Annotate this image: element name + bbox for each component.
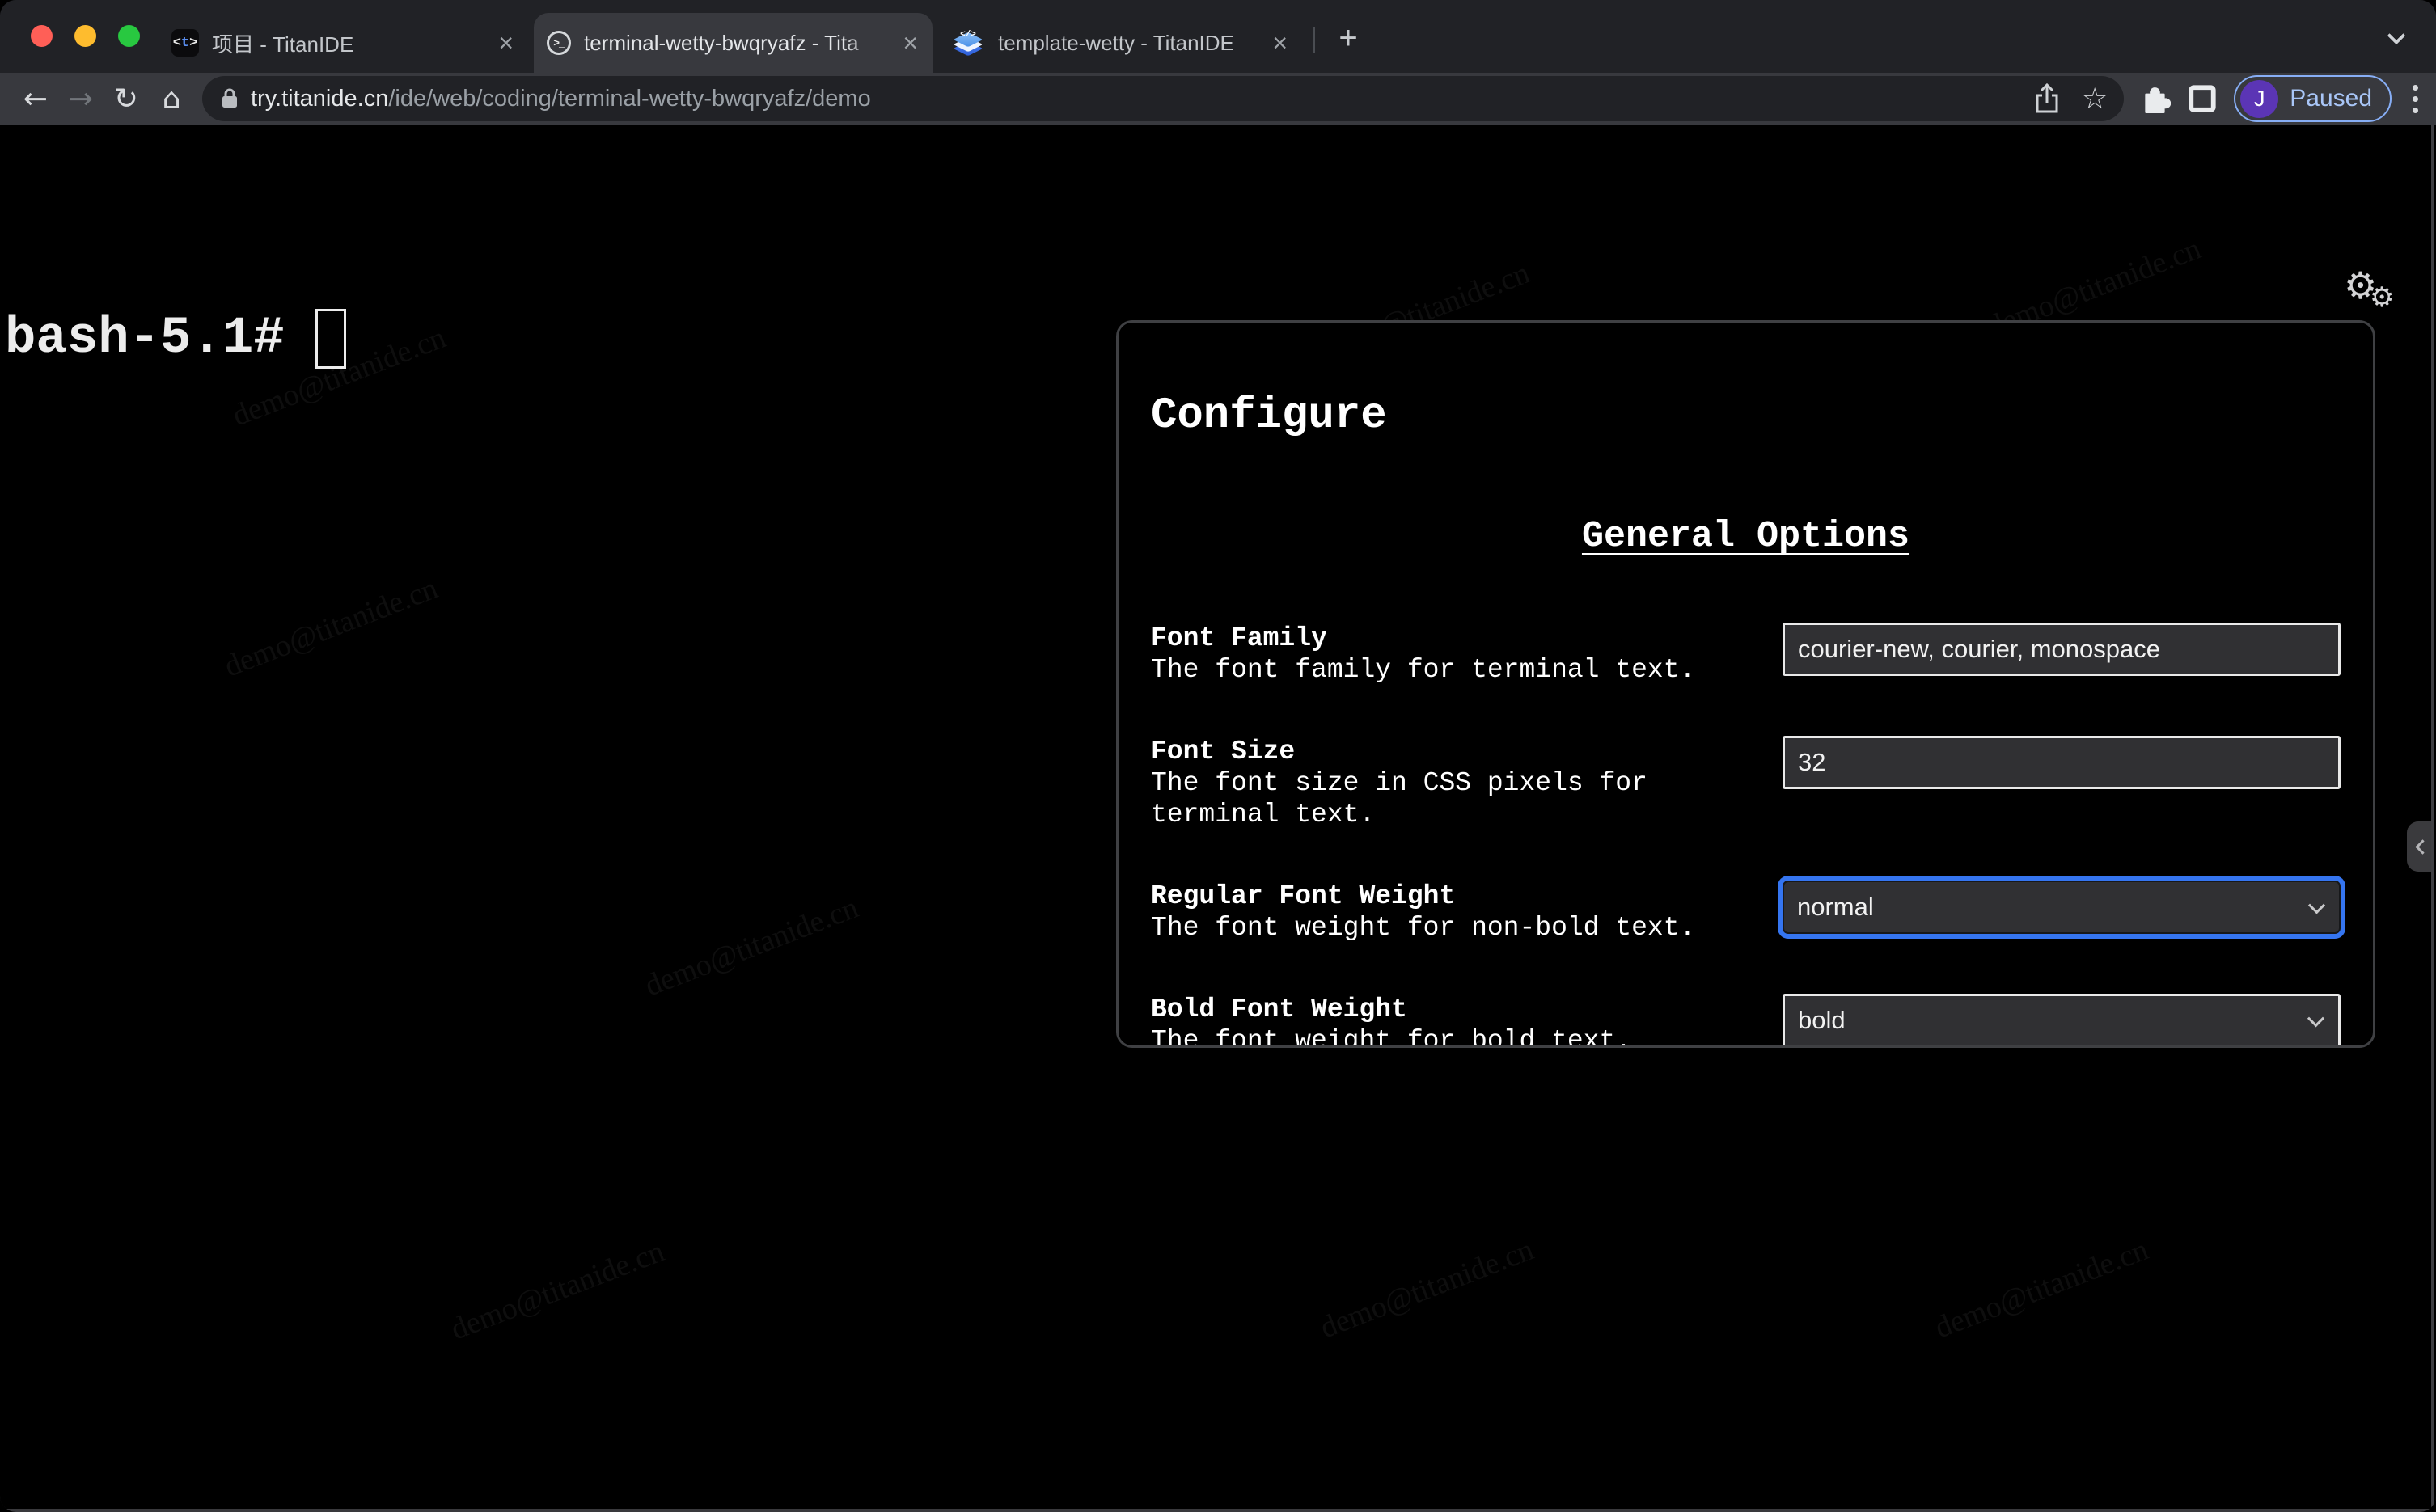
chevron-down-icon[interactable] <box>2387 26 2406 45</box>
profile-status-label: Paused <box>2290 85 2372 112</box>
url-host: try.titanide.cn <box>251 85 389 112</box>
watermark: demo@titanide.cn <box>446 1234 670 1347</box>
tab-close-icon[interactable]: × <box>903 30 918 56</box>
chevron-left-icon <box>2414 838 2430 855</box>
terminal-cursor <box>315 309 346 369</box>
new-tab-button[interactable]: + <box>1330 19 1367 57</box>
watermark: demo@titanide.cn <box>1315 1232 1539 1345</box>
tab-terminal-wetty[interactable]: >_ terminal-wetty-bwqryafz - Tita × <box>534 13 933 73</box>
extensions-puzzle-icon[interactable] <box>2140 83 2172 114</box>
toolbar-right: J Paused <box>2140 75 2423 122</box>
regular-font-weight-select[interactable]: normal <box>1783 881 2341 934</box>
window-controls <box>31 25 140 47</box>
url-path: /ide/web/coding/terminal-wetty-bwqryafz/… <box>388 85 871 112</box>
field-description: The font size in CSS pixels for terminal… <box>1151 768 1647 830</box>
field-description: The font weight for non-bold text. <box>1151 913 1696 943</box>
bookmark-star-icon[interactable]: ☆ <box>2082 82 2108 116</box>
regular-font-weight-row: Regular Font Weight The font weight for … <box>1151 881 2341 944</box>
collapse-panel-handle[interactable] <box>2407 821 2433 872</box>
window-minimize-button[interactable] <box>74 25 96 47</box>
field-description: The font family for terminal text. <box>1151 655 1696 685</box>
url-text: try.titanide.cn/ide/web/coding/terminal-… <box>251 86 2033 112</box>
terminal-icon: >_ <box>547 31 571 55</box>
tab-template-wetty[interactable]: </> template-wetty - TitanIDE × <box>938 13 1302 73</box>
section-title: General Options <box>1581 516 1910 557</box>
address-bar[interactable]: try.titanide.cn/ide/web/coding/terminal-… <box>202 76 2125 121</box>
side-panel-icon[interactable] <box>2187 83 2218 114</box>
watermark: demo@titanide.cn <box>219 571 443 684</box>
tab-close-icon[interactable]: × <box>498 30 514 56</box>
profile-chip[interactable]: J Paused <box>2234 75 2392 122</box>
field-label: Bold Font Weight <box>1151 995 1407 1024</box>
bold-font-weight-row: Bold Font Weight The font weight for bol… <box>1151 994 2341 1048</box>
right-edge-line <box>2431 125 2434 1512</box>
browser-window: < t > 项目 - TitanIDE × >_ terminal-wetty-bw… <box>0 0 2436 1512</box>
watermark: demo@titanide.cn <box>640 890 864 1003</box>
bold-font-weight-select[interactable]: bold <box>1783 994 2341 1045</box>
browser-toolbar: ← → ↻ ⌂ try.titanide.cn/ide/web/coding/t… <box>0 73 2436 125</box>
avatar: J <box>2240 79 2279 118</box>
font-size-row: Font Size The font size in CSS pixels fo… <box>1151 736 2341 830</box>
font-size-input[interactable] <box>1783 736 2341 789</box>
titanide-logo-icon: < t > <box>171 29 199 57</box>
select-value: normal <box>1797 893 1874 921</box>
page-content: demo@titanide.cn demo@titanide.cn demo@t… <box>0 125 2436 1512</box>
settings-gears-icon[interactable]: ⚙ ⚙ <box>2344 264 2409 317</box>
field-label: Font Family <box>1151 623 1327 653</box>
tab-separator <box>1313 27 1315 53</box>
field-description: The font weight for bold text. <box>1151 1026 1632 1048</box>
tab-close-icon[interactable]: × <box>1272 30 1288 56</box>
field-label: Font Size <box>1151 737 1296 767</box>
terminal-prompt-line[interactable]: bash-5.1# <box>5 307 346 370</box>
tab-strip: < t > 项目 - TitanIDE × >_ terminal-wetty-bw… <box>0 0 2436 73</box>
select-value: bold <box>1798 1006 1846 1034</box>
font-family-input[interactable] <box>1783 623 2341 676</box>
home-button[interactable]: ⌂ <box>149 76 194 121</box>
tab-project[interactable]: < t > 项目 - TitanIDE × <box>159 13 528 73</box>
chevron-down-icon <box>2307 1010 2325 1028</box>
window-maximize-button[interactable] <box>118 25 140 47</box>
forward-button[interactable]: → <box>58 76 104 121</box>
terminal-prompt: bash-5.1# <box>5 310 285 368</box>
window-bottom-edge <box>0 1509 2436 1512</box>
tab-title: 项目 - TitanIDE <box>212 32 354 57</box>
share-icon[interactable] <box>2033 82 2061 115</box>
chevron-down-icon <box>2307 897 2326 914</box>
template-layers-icon: </> <box>951 27 985 58</box>
font-family-row: Font Family The font family for terminal… <box>1151 623 2341 686</box>
watermark: demo@titanide.cn <box>1930 1232 2154 1345</box>
tab-title: terminal-wetty-bwqryafz - Tita <box>584 30 892 56</box>
field-label: Regular Font Weight <box>1151 881 1456 911</box>
settings-rows: Font Family The font family for terminal… <box>1151 623 2341 1048</box>
panel-title: Configure <box>1151 391 1387 441</box>
back-button[interactable]: ← <box>13 76 58 121</box>
window-close-button[interactable] <box>31 25 53 47</box>
browser-menu-icon[interactable] <box>2408 80 2423 118</box>
reload-button[interactable]: ↻ <box>104 76 149 121</box>
lock-icon <box>220 87 239 111</box>
configure-panel: Configure General Options Font Family Th… <box>1116 320 2375 1048</box>
tab-title: template-wetty - TitanIDE <box>998 30 1234 55</box>
